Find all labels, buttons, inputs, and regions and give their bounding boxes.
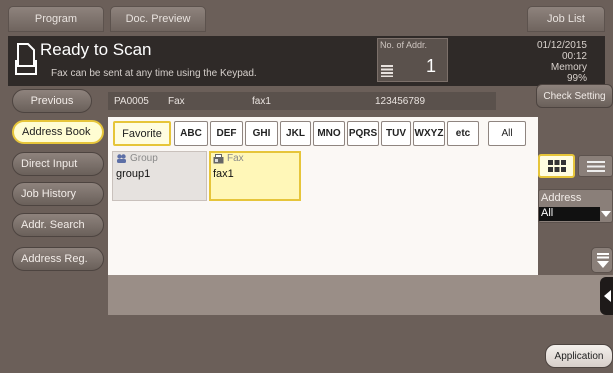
destination-number: 123456789	[375, 95, 426, 107]
tab-tuv[interactable]: TUV	[381, 121, 411, 146]
address-card-fax[interactable]: Fax fax1	[209, 151, 301, 201]
destination-name: fax1	[252, 95, 271, 107]
tab-jkl[interactable]: JKL	[280, 121, 311, 146]
address-filter[interactable]: Address All	[538, 189, 613, 223]
memory-value: 99%	[566, 73, 587, 84]
nav-addr-search[interactable]: Addr. Search	[12, 213, 104, 237]
tab-ghi[interactable]: GHI	[245, 121, 278, 146]
card-name: fax1	[213, 168, 234, 180]
status-title: Ready to Scan	[40, 40, 152, 59]
address-count-value: 1	[426, 56, 437, 76]
tab-etc[interactable]: etc	[447, 121, 479, 146]
grid-view-icon	[548, 160, 566, 172]
list-view-icon	[587, 161, 605, 172]
chevron-down-icon	[601, 211, 611, 217]
status-message: Fax can be sent at any time using the Ke…	[51, 68, 257, 79]
group-icon	[117, 154, 126, 163]
tab-program[interactable]: Program	[8, 6, 104, 32]
address-filter-label: Address	[541, 192, 582, 204]
destination-bar: PA0005 Fax fax1 123456789	[108, 92, 496, 110]
tab-job-list[interactable]: Job List	[527, 6, 605, 32]
nav-address-reg[interactable]: Address Reg.	[12, 247, 104, 271]
chevron-left-icon	[604, 290, 611, 302]
panel-footer	[108, 275, 613, 315]
scan-document-icon	[15, 43, 37, 75]
time-display: 00:12	[561, 51, 587, 62]
card-type-label: Fax	[227, 153, 244, 164]
scroll-down-icon	[597, 253, 609, 268]
fax-icon	[213, 153, 224, 163]
tab-pqrs[interactable]: PQRS	[347, 121, 379, 146]
address-filter-value: All	[539, 207, 600, 221]
list-view-button[interactable]	[578, 155, 613, 177]
tab-def[interactable]: DEF	[210, 121, 243, 146]
card-type-label: Group	[130, 153, 158, 164]
tab-favorite[interactable]: Favorite	[113, 121, 171, 146]
nav-direct-input[interactable]: Direct Input	[12, 152, 104, 176]
address-count-label: No. of Addr.	[380, 40, 428, 50]
memory-label: Memory	[550, 62, 587, 73]
address-card-group[interactable]: Group group1	[112, 151, 207, 201]
tab-doc-preview[interactable]: Doc. Preview	[110, 6, 206, 32]
side-panel-toggle[interactable]	[600, 277, 613, 315]
date-display: 01/12/2015	[536, 40, 587, 51]
tab-abc[interactable]: ABC	[174, 121, 208, 146]
tab-mno[interactable]: MNO	[313, 121, 345, 146]
nav-job-history[interactable]: Job History	[12, 182, 104, 206]
scroll-down-button[interactable]	[591, 247, 613, 273]
application-button[interactable]: Application	[545, 344, 613, 368]
card-name: group1	[116, 168, 151, 180]
tab-all[interactable]: All	[488, 121, 526, 146]
grid-view-button[interactable]	[538, 154, 575, 178]
nav-address-book[interactable]: Address Book	[12, 120, 104, 144]
list-icon	[381, 65, 393, 77]
destination-type: Fax	[168, 95, 185, 107]
previous-button[interactable]: Previous	[12, 89, 92, 113]
destination-id: PA0005	[114, 95, 149, 107]
check-setting-button[interactable]: Check Setting	[536, 84, 613, 108]
tab-wxyz[interactable]: WXYZ	[413, 121, 445, 146]
